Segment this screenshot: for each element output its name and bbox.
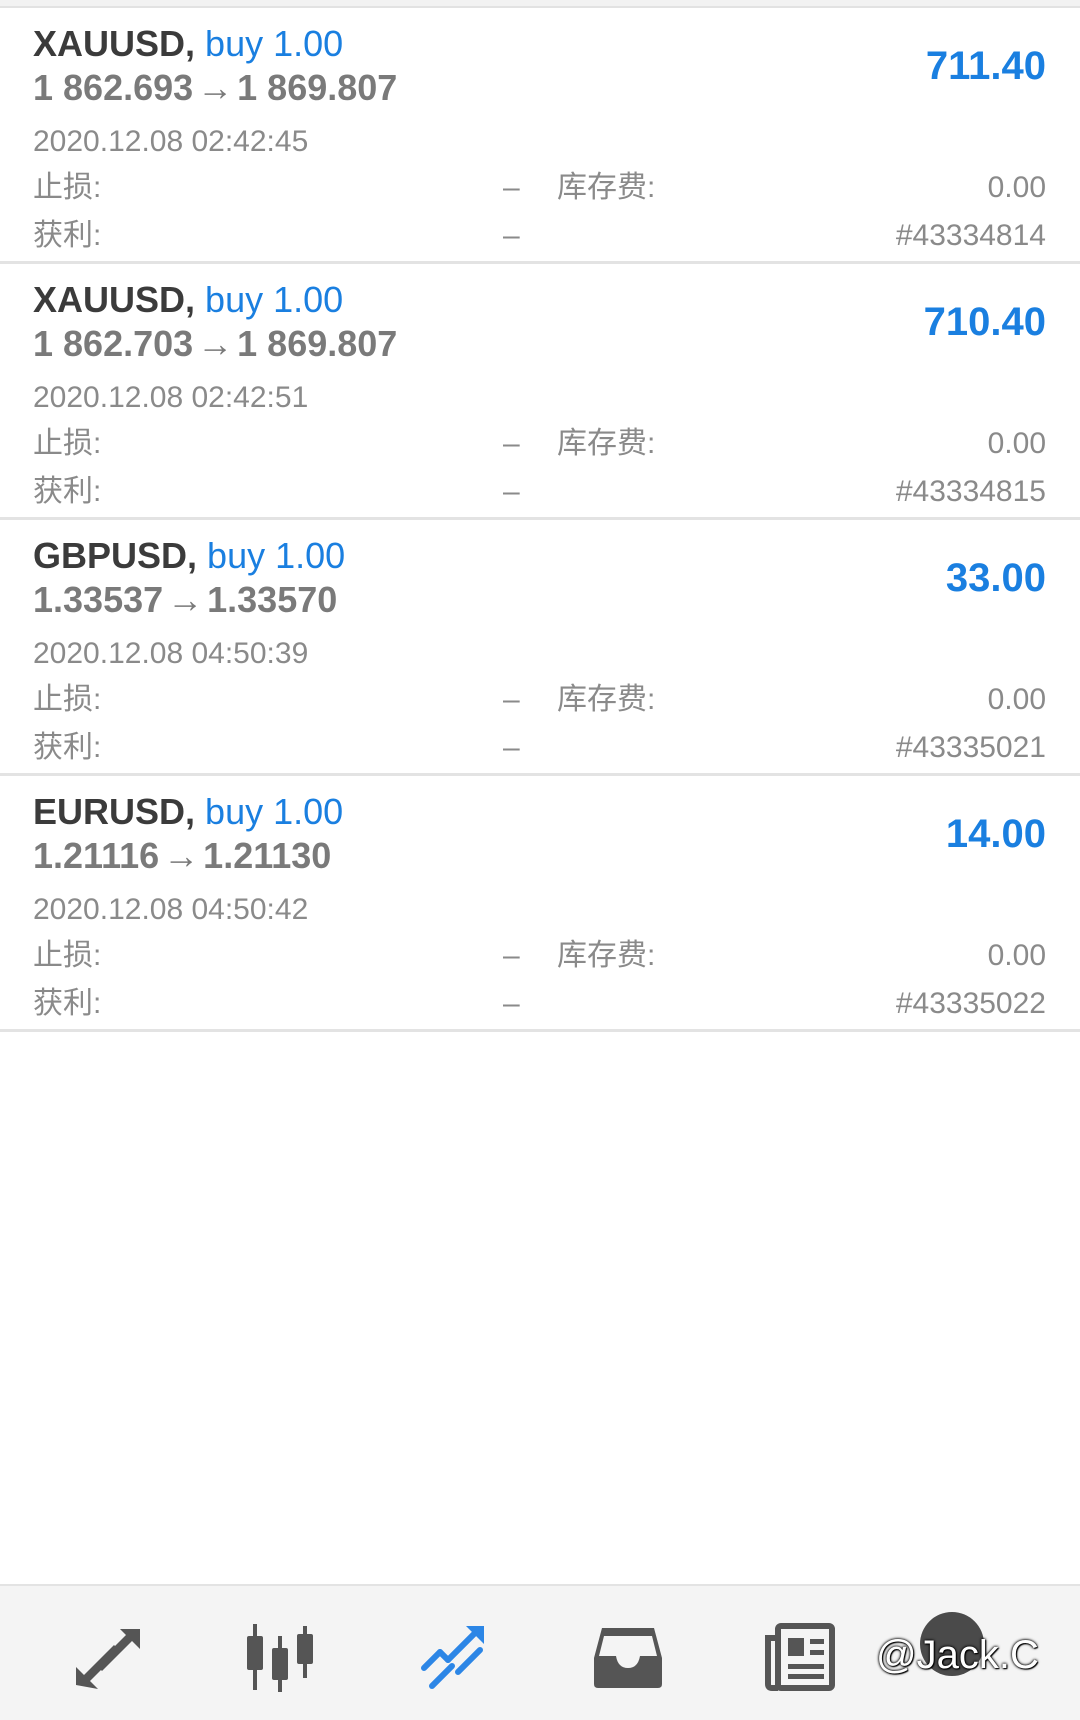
take-profit-label: 获利: (33, 987, 102, 1020)
trade-symbol: GBPUSD, (33, 535, 198, 576)
news-icon[interactable] (760, 1622, 840, 1694)
stop-loss-label: 止损: (33, 683, 102, 716)
swap-label: 库存费: (557, 939, 656, 972)
open-price: 1 862.693 (33, 67, 194, 108)
arrow-right-icon: → (163, 835, 200, 876)
stop-loss-value: – (503, 171, 520, 204)
stop-loss-label: 止损: (33, 171, 102, 204)
take-profit-value: – (503, 731, 520, 764)
stop-loss-label: 止损: (33, 939, 102, 972)
swap-label: 库存费: (557, 683, 656, 716)
swap-value: 0.00 (987, 427, 1046, 460)
chart-icon[interactable] (240, 1622, 320, 1694)
trade-profit: 14.00 (945, 812, 1046, 856)
swap-label: 库存费: (557, 171, 656, 204)
trade-list[interactable]: XAUUSD, buy 1.00 1 862.693 → 1 869.807 711… (0, 8, 1080, 1032)
swap-label: 库存费: (557, 427, 656, 460)
ticket-number: #43335022 (895, 987, 1046, 1020)
trade-icon[interactable] (414, 1622, 494, 1694)
arrow-right-icon: → (197, 323, 234, 364)
take-profit-value: – (503, 219, 520, 252)
swap-value: 0.00 (987, 683, 1046, 716)
take-profit-row: 获利: – #43334815 (33, 472, 1046, 512)
take-profit-row: 获利: – #43335022 (33, 984, 1046, 1024)
trade-open-time: 2020.12.08 02:42:51 (33, 381, 309, 414)
current-price: 1 869.807 (237, 67, 398, 108)
trade-profit: 33.00 (945, 556, 1046, 600)
open-price: 1 862.703 (33, 323, 194, 364)
stop-loss-value: – (503, 427, 520, 460)
take-profit-label: 获利: (33, 475, 102, 508)
ticket-number: #43334814 (895, 219, 1046, 252)
stop-loss-row: 止损: – 库存费: 0.00 (33, 424, 1046, 464)
stop-loss-value: – (503, 939, 520, 972)
open-price: 1.33537 (33, 579, 164, 620)
trade-symbol: XAUUSD, (33, 279, 196, 320)
trade-title: GBPUSD, buy 1.00 (33, 534, 345, 578)
current-price: 1.21130 (203, 835, 332, 876)
take-profit-label: 获利: (33, 731, 102, 764)
trade-row[interactable]: XAUUSD, buy 1.00 1 862.693 → 1 869.807 711… (0, 8, 1080, 264)
trade-side-volume: buy 1.00 (205, 791, 344, 832)
swap-value: 0.00 (987, 939, 1046, 972)
arrow-right-icon: → (167, 579, 204, 620)
take-profit-value: – (503, 987, 520, 1020)
stop-loss-row: 止损: – 库存费: 0.00 (33, 680, 1046, 720)
stop-loss-value: – (503, 683, 520, 716)
take-profit-label: 获利: (33, 219, 102, 252)
stop-loss-row: 止损: – 库存费: 0.00 (33, 168, 1046, 208)
open-price: 1.21116 (33, 835, 160, 876)
swap-value: 0.00 (987, 171, 1046, 204)
trade-open-time: 2020.12.08 02:42:45 (33, 125, 309, 158)
trade-prices: 1.21116 → 1.21130 (33, 834, 331, 878)
watermark-text: @Jack.C (876, 1633, 1039, 1677)
trade-symbol: XAUUSD, (33, 23, 196, 64)
ticket-number: #43334815 (895, 475, 1046, 508)
trade-profit: 711.40 (925, 44, 1046, 88)
trade-row[interactable]: XAUUSD, buy 1.00 1 862.703 → 1 869.807 710… (0, 264, 1080, 520)
trade-prices: 1.33537 → 1.33570 (33, 578, 337, 622)
quotes-icon[interactable] (68, 1622, 148, 1694)
trade-prices: 1 862.693 → 1 869.807 (33, 66, 397, 110)
trade-row[interactable]: EURUSD, buy 1.00 1.21116 → 1.21130 14.00 2… (0, 776, 1080, 1032)
trade-side-volume: buy 1.00 (205, 23, 344, 64)
trade-title: XAUUSD, buy 1.00 (33, 278, 343, 322)
trade-side-volume: buy 1.00 (207, 535, 346, 576)
trade-prices: 1 862.703 → 1 869.807 (33, 322, 397, 366)
trade-row[interactable]: GBPUSD, buy 1.00 1.33537 → 1.33570 33.00 2… (0, 520, 1080, 776)
stop-loss-label: 止损: (33, 427, 102, 460)
trade-title: EURUSD, buy 1.00 (33, 790, 343, 834)
trade-open-time: 2020.12.08 04:50:42 (33, 893, 309, 926)
take-profit-value: – (503, 475, 520, 508)
current-price: 1 869.807 (237, 323, 398, 364)
stop-loss-row: 止损: – 库存费: 0.00 (33, 936, 1046, 976)
trade-symbol: EURUSD, (33, 791, 196, 832)
ticket-number: #43335021 (895, 731, 1046, 764)
trade-title: XAUUSD, buy 1.00 (33, 22, 343, 66)
trade-profit: 710.40 (923, 300, 1046, 344)
history-icon[interactable] (588, 1622, 668, 1694)
take-profit-row: 获利: – #43334814 (33, 216, 1046, 256)
take-profit-row: 获利: – #43335021 (33, 728, 1046, 768)
current-price: 1.33570 (207, 579, 338, 620)
arrow-right-icon: → (197, 67, 234, 108)
top-divider (0, 0, 1080, 8)
trade-side-volume: buy 1.00 (205, 279, 344, 320)
trade-open-time: 2020.12.08 04:50:39 (33, 637, 309, 670)
